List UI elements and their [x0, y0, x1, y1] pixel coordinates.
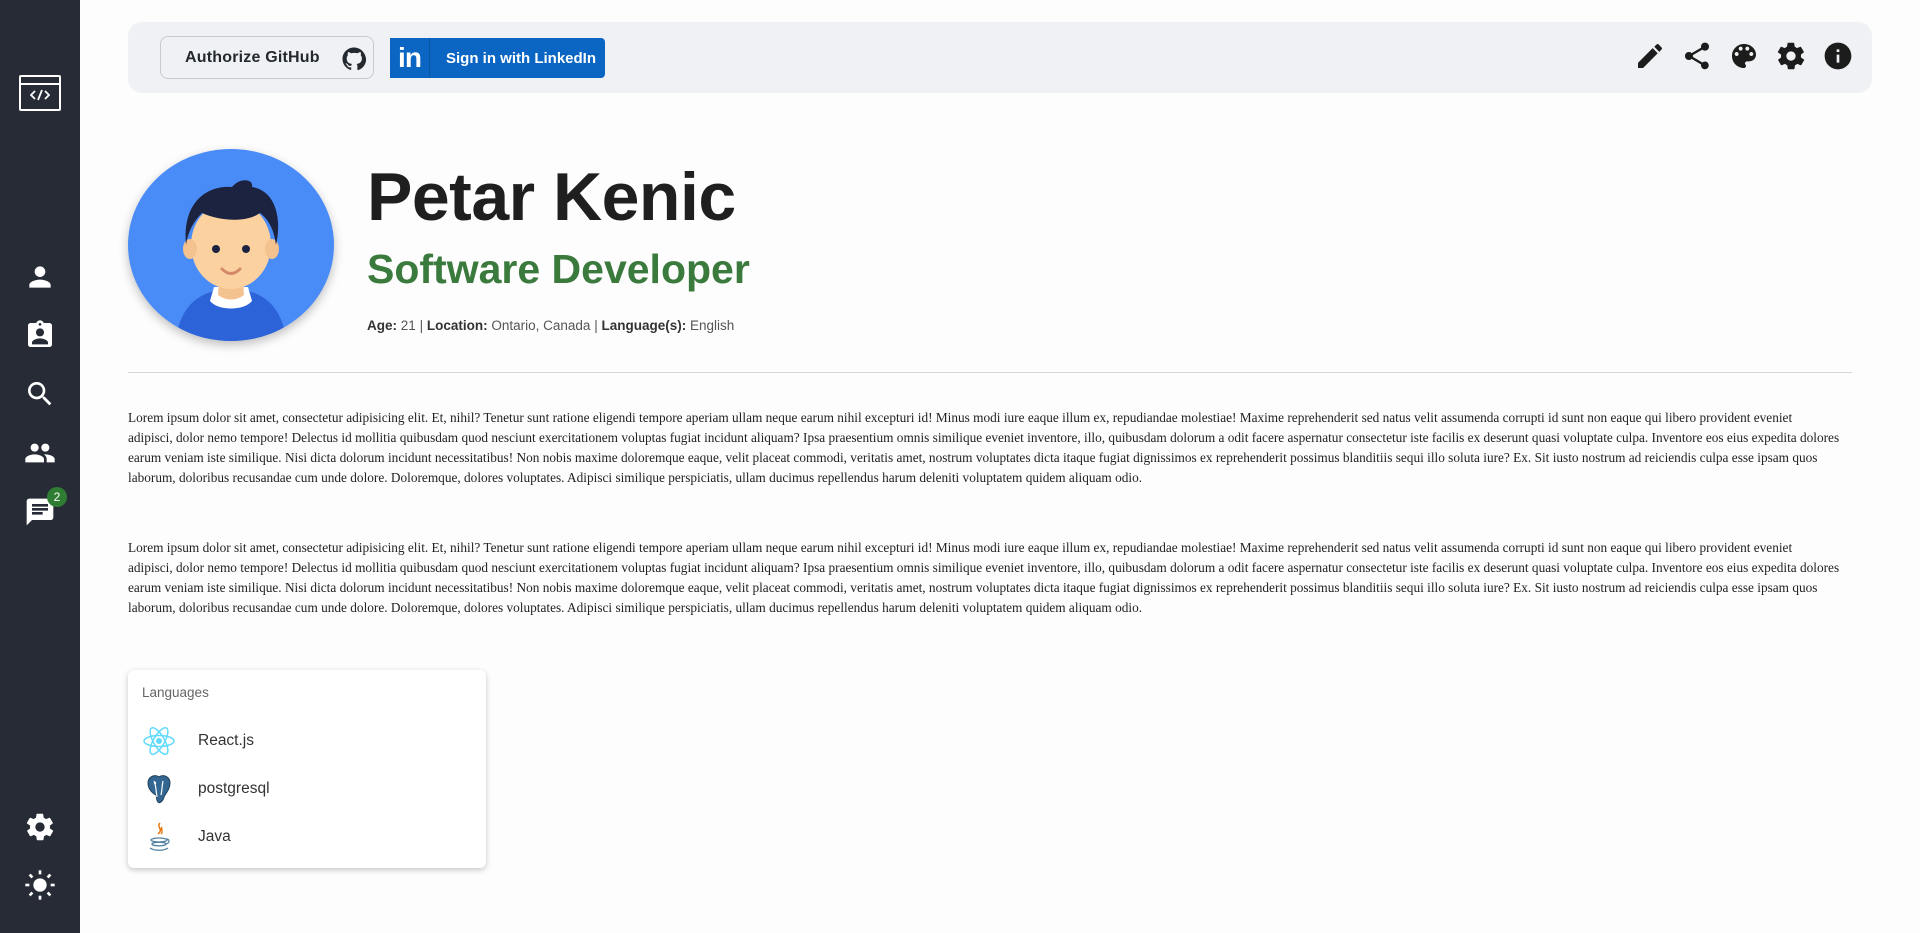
list-item-label: React.js — [198, 732, 254, 749]
react-icon — [142, 725, 176, 757]
top-toolbar: Authorize GitHub in Sign in with LinkedI… — [128, 22, 1872, 93]
divider — [128, 372, 1852, 373]
linkedin-signin-button[interactable]: in Sign in with LinkedIn — [390, 38, 605, 78]
search-icon[interactable] — [24, 378, 56, 410]
bio-paragraph: Lorem ipsum dolor sit amet, consectetur … — [128, 540, 1840, 615]
avatar — [128, 149, 334, 341]
java-icon — [142, 821, 176, 853]
authorize-github-button[interactable]: Authorize GitHub — [160, 36, 374, 79]
group-icon[interactable] — [24, 437, 56, 469]
sun-icon[interactable] — [24, 869, 56, 901]
info-icon[interactable] — [1822, 40, 1854, 72]
languages-value: English — [690, 318, 735, 333]
profile-title: Software Developer — [367, 246, 750, 292]
gear-icon[interactable] — [24, 811, 56, 843]
notification-badge: 2 — [47, 487, 67, 507]
separator: | — [594, 318, 598, 333]
languages-card-title: Languages — [142, 685, 209, 700]
location-value: Ontario, Canada — [491, 318, 591, 333]
separator: | — [419, 318, 424, 333]
list-item[interactable]: Java — [142, 821, 231, 853]
list-item[interactable]: React.js — [142, 725, 254, 757]
location-label: Location: — [426, 318, 488, 333]
profile-meta: Age: 21 | Location: Ontario, Canada | La… — [367, 318, 734, 333]
palette-icon[interactable] — [1728, 40, 1760, 72]
github-icon — [342, 47, 366, 71]
languages-card: Languages React.js postgresql Java — [128, 670, 486, 868]
github-button-label: Authorize GitHub — [185, 48, 320, 66]
sidebar: 2 — [0, 0, 80, 933]
person-icon[interactable] — [24, 261, 56, 293]
list-item[interactable]: postgresql — [142, 773, 270, 805]
settings-gear-icon[interactable] — [1775, 40, 1807, 72]
badge-clipboard-icon[interactable] — [24, 319, 56, 351]
toolbar-actions — [1634, 40, 1854, 72]
list-item-label: postgresql — [198, 780, 270, 797]
code-window-icon[interactable] — [19, 75, 61, 111]
linkedin-button-label: Sign in with LinkedIn — [446, 49, 596, 67]
bio-paragraph: Lorem ipsum dolor sit amet, consectetur … — [128, 410, 1840, 485]
profile-name: Petar Kenic — [367, 159, 736, 235]
age-label: Age: — [367, 318, 397, 333]
postgresql-icon — [142, 773, 176, 805]
linkedin-icon: in — [390, 38, 430, 78]
age-value: 21 — [400, 318, 416, 333]
list-item-label: Java — [198, 828, 231, 845]
share-icon[interactable] — [1681, 40, 1713, 72]
languages-label: Language(s): — [601, 318, 687, 333]
edit-icon[interactable] — [1634, 40, 1666, 72]
